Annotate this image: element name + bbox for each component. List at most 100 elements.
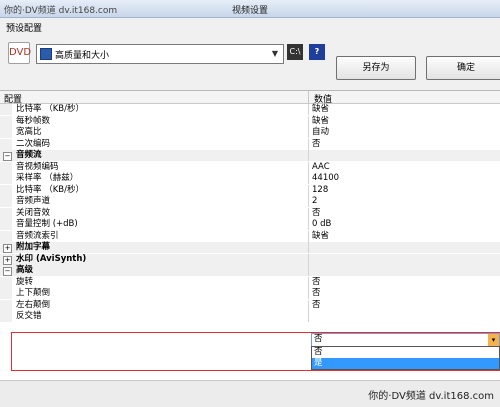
- property-value[interactable]: 44100: [312, 173, 339, 184]
- preset-panel: 预设配置 DVD 高质量和大小 ▼ C:\ ? 另存为 确定: [0, 18, 500, 91]
- property-value[interactable]: 0 dB: [312, 219, 331, 230]
- dropdown-arrow-icon[interactable]: ▾: [488, 334, 499, 346]
- value-separator: [308, 253, 309, 265]
- property-name: 高级: [16, 265, 34, 275]
- property-name: 每秒帧数: [16, 115, 51, 126]
- grid-header: 配置 数值: [0, 91, 500, 105]
- value-separator: [308, 138, 309, 150]
- preset-combobox[interactable]: 高质量和大小 ▼: [36, 44, 284, 64]
- property-row[interactable]: 音频声道 2: [0, 196, 500, 207]
- row-gutter: [0, 127, 12, 138]
- row-gutter: [0, 161, 12, 173]
- property-name: 上下颠倒: [16, 288, 51, 298]
- dvd-app-icon: DVD: [8, 42, 31, 64]
- row-gutter: [0, 104, 12, 115]
- property-value[interactable]: 缺省: [312, 116, 329, 127]
- property-name: 采样率 （赫兹）: [16, 173, 79, 183]
- value-separator: [308, 242, 309, 253]
- value-separator: [308, 127, 309, 138]
- property-row[interactable]: 二次编码 否: [0, 138, 500, 150]
- row-gutter: [0, 299, 12, 311]
- property-value[interactable]: 否: [312, 139, 321, 150]
- dropdown-option-no[interactable]: 否: [312, 347, 499, 358]
- expand-icon[interactable]: +: [3, 255, 12, 265]
- property-value[interactable]: 否: [312, 208, 321, 219]
- ok-button[interactable]: 确定: [426, 56, 500, 80]
- row-gutter: [0, 288, 12, 299]
- property-row[interactable]: 左右颠倒 否: [0, 299, 500, 311]
- property-value[interactable]: 2: [312, 196, 317, 207]
- property-row[interactable]: 音频流索引 缺省: [0, 230, 500, 242]
- collapse-icon[interactable]: −: [3, 267, 12, 276]
- property-row[interactable]: 比特率 （KB/秒） 缺省: [0, 104, 500, 115]
- property-value[interactable]: 自动: [312, 127, 329, 138]
- collapse-icon[interactable]: −: [3, 152, 12, 161]
- row-gutter: [0, 196, 12, 207]
- watermark-bottom: 你的·DV频道 dv.it168.com: [368, 391, 494, 402]
- property-row[interactable]: 旋转 否: [0, 276, 500, 288]
- property-value[interactable]: 否: [312, 277, 321, 288]
- property-name: 反交错: [16, 311, 42, 321]
- command-line-button[interactable]: C:\: [287, 44, 303, 60]
- value-separator: [308, 196, 309, 207]
- property-row[interactable]: 音视频编码 AAC: [0, 161, 500, 173]
- property-name: 比特率 （KB/秒）: [16, 184, 84, 195]
- property-row[interactable]: 每秒帧数 缺省: [0, 115, 500, 127]
- property-row[interactable]: 音量控制 (+dB) 0 dB: [0, 219, 500, 230]
- category-row[interactable]: − 高级: [0, 265, 500, 276]
- property-row[interactable]: 关闭音效 否: [0, 207, 500, 219]
- property-name: 音频声道: [16, 196, 51, 206]
- expand-icon[interactable]: +: [3, 244, 12, 253]
- property-value[interactable]: 否: [312, 300, 321, 311]
- category-row[interactable]: + 附加字幕: [0, 242, 500, 253]
- chevron-down-icon[interactable]: ▼: [268, 46, 282, 62]
- property-row[interactable]: 上下颠倒 否: [0, 288, 500, 299]
- property-value[interactable]: 缺省: [312, 231, 329, 242]
- value-separator: [308, 288, 309, 299]
- property-name: 左右颠倒: [16, 299, 51, 310]
- property-value[interactable]: 128: [312, 185, 328, 196]
- preset-selected-value: 高质量和大小: [55, 51, 110, 61]
- value-separator: [308, 104, 309, 115]
- value-separator: [308, 230, 309, 242]
- value-separator: [308, 276, 309, 288]
- property-name: 音量控制 (+dB): [16, 219, 78, 229]
- row-gutter: [0, 276, 12, 288]
- value-separator: [308, 173, 309, 184]
- value-separator: [308, 311, 309, 322]
- property-row[interactable]: 宽高比 自动: [0, 127, 500, 138]
- value-separator: [308, 265, 309, 276]
- property-name: 音频流索引: [16, 230, 59, 241]
- value-separator: [308, 207, 309, 219]
- row-gutter: [0, 173, 12, 184]
- property-name: 关闭音效: [16, 207, 51, 218]
- property-name: 附加字幕: [16, 242, 51, 252]
- category-row[interactable]: − 音频流: [0, 150, 500, 161]
- help-button[interactable]: ?: [309, 44, 325, 60]
- property-row[interactable]: 反交错: [0, 311, 500, 322]
- property-row[interactable]: 比特率 （KB/秒） 128: [0, 184, 500, 196]
- property-value[interactable]: 否: [312, 288, 321, 299]
- property-name: 水印 (AviSynth): [16, 253, 87, 264]
- row-gutter: [0, 207, 12, 219]
- title-bar: 你的·DV频道 dv.it168.com 视频设置: [0, 0, 500, 18]
- row-gutter: [0, 184, 12, 196]
- footer-bar: 你的·DV频道 dv.it168.com: [0, 380, 500, 407]
- deinterlace-dropdown[interactable]: 否 ▾: [311, 333, 500, 347]
- row-gutter: [0, 311, 12, 322]
- property-value[interactable]: 缺省: [312, 104, 329, 115]
- dropdown-option-yes[interactable]: 是: [312, 358, 499, 369]
- property-row[interactable]: 采样率 （赫兹） 44100: [0, 173, 500, 184]
- value-separator: [308, 161, 309, 173]
- column-separator[interactable]: [308, 91, 309, 103]
- property-name: 比特率 （KB/秒）: [16, 104, 84, 114]
- value-separator: [308, 115, 309, 127]
- window-title: 视频设置: [231, 6, 268, 16]
- property-value[interactable]: AAC: [312, 162, 330, 173]
- row-gutter: [0, 138, 12, 150]
- disk-icon: [40, 48, 52, 60]
- save-as-button[interactable]: 另存为: [336, 56, 416, 80]
- dropdown-options-list[interactable]: 否 是: [311, 346, 500, 370]
- value-separator: [308, 219, 309, 230]
- category-row[interactable]: + 水印 (AviSynth): [0, 253, 500, 265]
